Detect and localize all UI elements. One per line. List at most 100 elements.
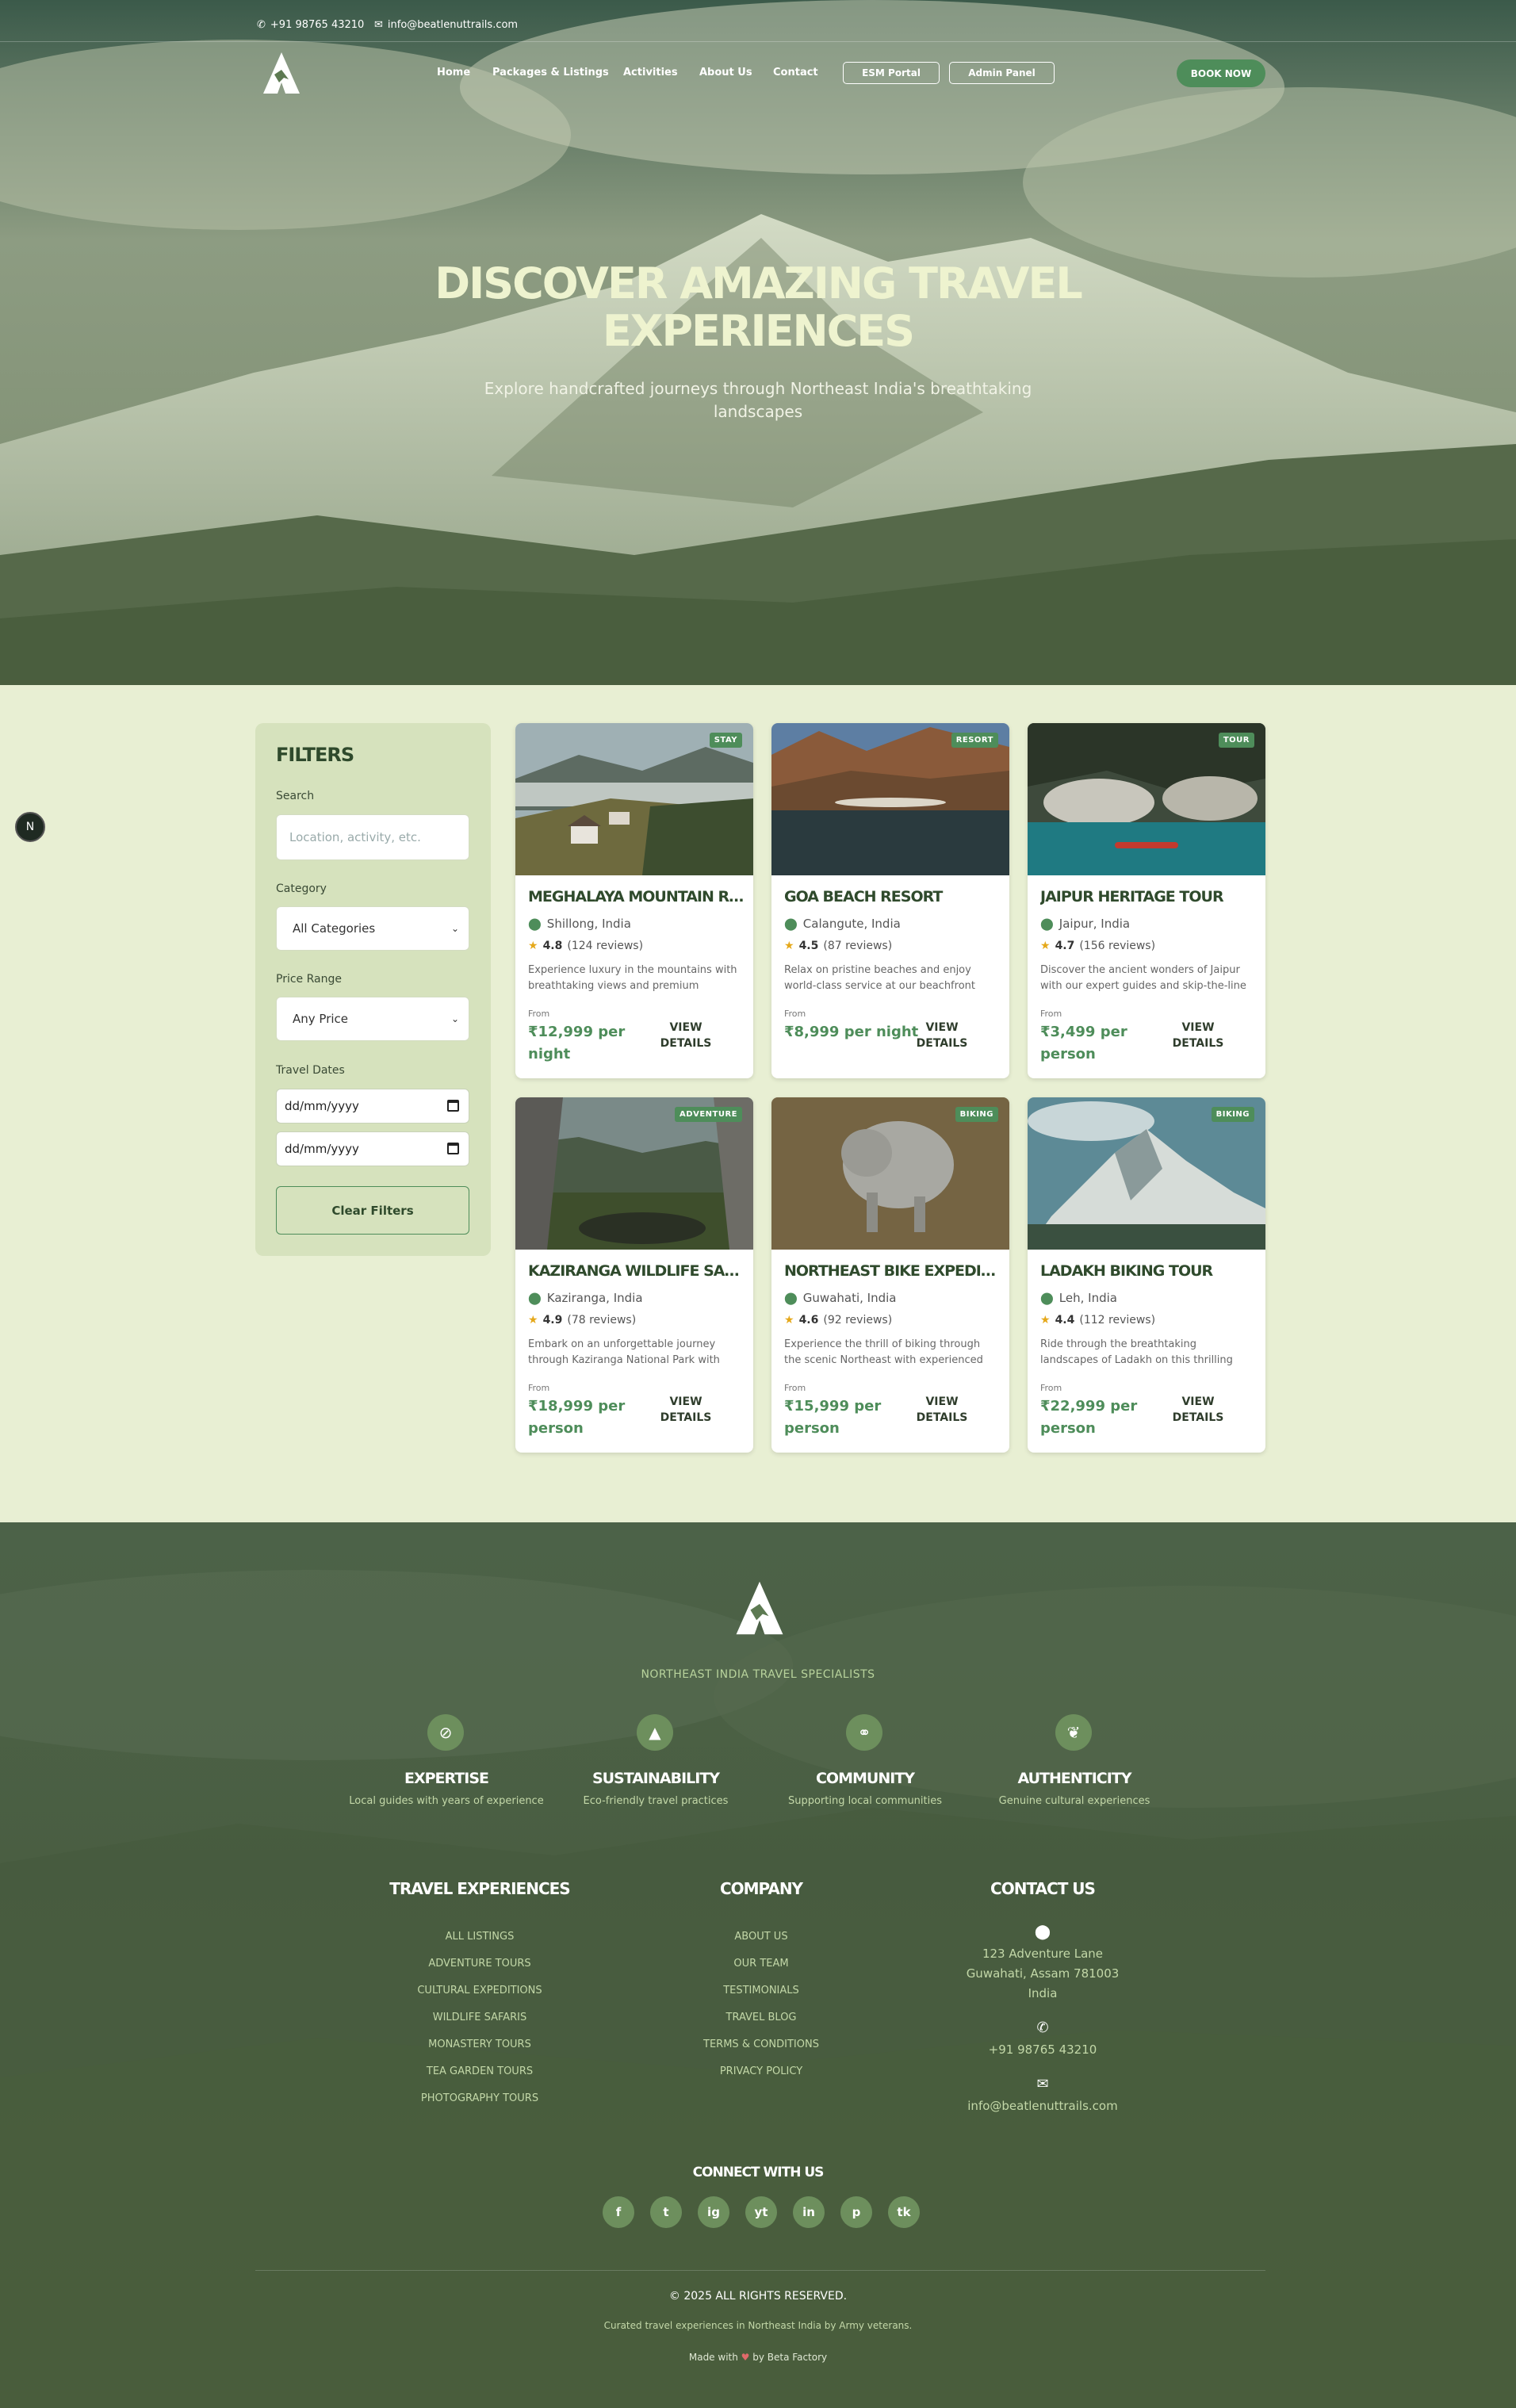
- book-now-button[interactable]: BOOK NOW: [1177, 59, 1265, 87]
- topbar-email[interactable]: ✉ info@beatlenuttrails.com: [374, 19, 518, 31]
- footer-link-adventure-tours[interactable]: ADVENTURE TOURS: [353, 1951, 607, 1977]
- listing-price: ₹3,499 per person: [1040, 1024, 1127, 1062]
- value-text: Local guides with years of experience: [349, 1795, 544, 1807]
- footer-link-testimonials[interactable]: TESTIMONIALS: [634, 1977, 888, 2004]
- listing-title[interactable]: MEGHALAYA MOUNTAIN RETREAT: [528, 888, 747, 905]
- listing-card[interactable]: ADVENTURE KAZIRANGA WILDLIFE SAFARI ⬤ Kaz…: [515, 1097, 753, 1453]
- date-from-input[interactable]: dd/mm/yyyy: [276, 1089, 469, 1124]
- review-count: (87 reviews): [823, 940, 893, 952]
- listing-location-text: Calangute, India: [802, 917, 901, 931]
- value-text: Supporting local communities: [787, 1795, 943, 1807]
- instagram-icon[interactable]: ig: [698, 2196, 729, 2228]
- nav-packages-listings[interactable]: Packages & Listings: [492, 67, 609, 78]
- star-icon: ★: [784, 1314, 794, 1327]
- footer-link-cultural-expeditions[interactable]: CULTURAL EXPEDITIONS: [353, 1977, 607, 2004]
- topbar-phone[interactable]: ✆ +91 98765 43210: [257, 19, 364, 31]
- category-select[interactable]: All Categories ⌄: [276, 906, 469, 951]
- listing-location-text: Leh, India: [1059, 1291, 1117, 1305]
- price-range-select[interactable]: Any Price ⌄: [276, 997, 469, 1041]
- listing-card[interactable]: BIKING LADAKH BIKING TOUR ⬤ Leh, India ★ 4…: [1028, 1097, 1265, 1453]
- date-from-value: dd/mm/yyyy: [285, 1099, 359, 1113]
- youtube-icon[interactable]: yt: [745, 2196, 777, 2228]
- map-pin-icon: ⬤: [528, 917, 542, 931]
- view-details-button[interactable]: VIEW DETAILS: [650, 1394, 722, 1426]
- linkedin-icon[interactable]: in: [793, 2196, 825, 2228]
- nav-home[interactable]: Home: [437, 67, 470, 78]
- footer-logo[interactable]: [734, 1576, 785, 1640]
- price-range-value: Any Price: [293, 1012, 349, 1026]
- listing-rating: ★ 4.6 (92 reviews): [784, 1314, 892, 1327]
- nav-about-us[interactable]: About Us: [699, 67, 752, 78]
- view-details-button[interactable]: VIEW DETAILS: [906, 1020, 978, 1051]
- view-details-button[interactable]: VIEW DETAILS: [650, 1020, 722, 1051]
- listing-location: ⬤ Shillong, India: [528, 917, 631, 931]
- contact-column: CONTACT US ⬤ 123 Adventure Lane Guwahati…: [916, 1879, 1170, 2116]
- value-title: COMMUNITY: [815, 1770, 915, 1787]
- footer-link-tea-garden-tours[interactable]: TEA GARDEN TOURS: [353, 2058, 607, 2085]
- listing-rating: ★ 4.8 (124 reviews): [528, 940, 643, 952]
- category-label: Category: [276, 882, 327, 895]
- footer-link-all-listings[interactable]: ALL LISTINGS: [353, 1924, 607, 1951]
- contact-title: CONTACT US: [990, 1879, 1096, 1898]
- footer-link-terms-conditions[interactable]: TERMS & CONDITIONS: [634, 2031, 888, 2058]
- admin-panel-button[interactable]: Admin Panel: [949, 62, 1055, 84]
- nav-activities[interactable]: Activities: [623, 67, 678, 78]
- star-icon: ★: [1040, 940, 1051, 952]
- footer-link-privacy-policy[interactable]: PRIVACY POLICY: [634, 2058, 888, 2085]
- footer-link-monastery-tours[interactable]: MONASTERY TOURS: [353, 2031, 607, 2058]
- listing-title[interactable]: GOA BEACH RESORT: [784, 888, 1003, 905]
- listing-card[interactable]: TOUR JAIPUR HERITAGE TOUR ⬤ Jaipur, India…: [1028, 723, 1265, 1078]
- star-icon: ★: [528, 940, 538, 952]
- listing-price: ₹8,999 per night: [784, 1024, 919, 1040]
- made-by-text[interactable]: by Beta Factory: [752, 2352, 827, 2363]
- price-from-label: From: [784, 1009, 806, 1019]
- esm-portal-button[interactable]: ESM Portal: [843, 62, 940, 84]
- listing-price: ₹18,999 per person: [528, 1398, 626, 1437]
- made-with-text: Made with: [688, 2352, 738, 2363]
- contact-email[interactable]: info@beatlenuttrails.com: [916, 2096, 1170, 2116]
- hero-title-line2: EXPERIENCES: [602, 306, 915, 356]
- listing-card[interactable]: BIKING NORTHEAST BIKE EXPEDITION ⬤ Guwaha…: [771, 1097, 1009, 1453]
- listing-title[interactable]: KAZIRANGA WILDLIFE SAFARI: [528, 1262, 747, 1280]
- chevron-down-icon: ⌄: [450, 1013, 459, 1024]
- heart-icon: ♥: [741, 2352, 750, 2363]
- facebook-icon[interactable]: f: [603, 2196, 634, 2228]
- search-input[interactable]: Location, activity, etc.: [276, 814, 469, 860]
- footer-link-about-us[interactable]: ABOUT US: [634, 1924, 888, 1951]
- listing-location: ⬤ Calangute, India: [784, 917, 901, 931]
- value-title: EXPERTISE: [404, 1770, 489, 1787]
- company-title: COMPANY: [719, 1879, 803, 1898]
- price-from-label: From: [784, 1383, 806, 1393]
- listing-title[interactable]: JAIPUR HERITAGE TOUR: [1040, 888, 1259, 905]
- date-to-input[interactable]: dd/mm/yyyy: [276, 1131, 469, 1166]
- listing-location-text: Kaziranga, India: [546, 1291, 643, 1305]
- listing-card[interactable]: RESORT GOA BEACH RESORT ⬤ Calangute, Indi…: [771, 723, 1009, 1078]
- view-details-button[interactable]: VIEW DETAILS: [1162, 1394, 1234, 1426]
- listing-title[interactable]: NORTHEAST BIKE EXPEDITION: [784, 1262, 1003, 1280]
- contact-phone[interactable]: +91 98765 43210: [916, 2040, 1170, 2060]
- value-title: SUSTAINABILITY: [591, 1770, 720, 1787]
- view-details-button[interactable]: VIEW DETAILS: [906, 1394, 978, 1426]
- filters-panel: FILTERS Search Location, activity, etc. …: [255, 723, 491, 1256]
- footer-link-our-team[interactable]: OUR TEAM: [634, 1951, 888, 1977]
- date-to-value: dd/mm/yyyy: [285, 1142, 359, 1156]
- pinterest-icon[interactable]: p: [840, 2196, 872, 2228]
- listing-location: ⬤ Kaziranga, India: [528, 1291, 643, 1305]
- clear-filters-button[interactable]: Clear Filters: [276, 1186, 469, 1235]
- tiktok-icon[interactable]: tk: [888, 2196, 920, 2228]
- footer-link-travel-blog[interactable]: TRAVEL BLOG: [634, 2004, 888, 2031]
- listing-card[interactable]: STAY MEGHALAYA MOUNTAIN RETREAT ⬤ Shillon…: [515, 723, 753, 1078]
- brand-logo[interactable]: [262, 51, 301, 95]
- footer-link-photography-tours[interactable]: PHOTOGRAPHY TOURS: [353, 2085, 607, 2112]
- twitter-icon[interactable]: t: [650, 2196, 682, 2228]
- listing-price: ₹22,999 per person: [1040, 1398, 1138, 1437]
- nav-contact[interactable]: Contact: [773, 67, 818, 78]
- listing-title[interactable]: LADAKH BIKING TOUR: [1040, 1262, 1259, 1280]
- price-from-label: From: [1040, 1009, 1062, 1019]
- view-details-button[interactable]: VIEW DETAILS: [1162, 1020, 1234, 1051]
- map-pin-icon: ⬤: [528, 1291, 542, 1305]
- side-floating-badge[interactable]: N: [15, 812, 45, 842]
- mail-icon: ✉: [374, 19, 383, 31]
- footer-link-wildlife-safaris[interactable]: WILDLIFE SAFARIS: [353, 2004, 607, 2031]
- tree-icon: ▲: [637, 1714, 673, 1751]
